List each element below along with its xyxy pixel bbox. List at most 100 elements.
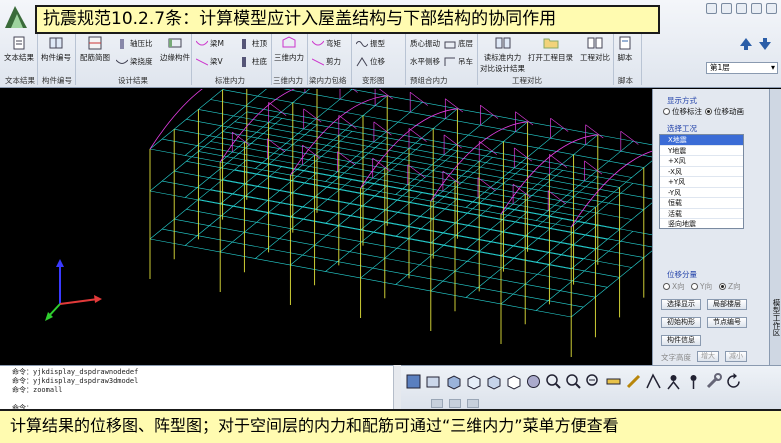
zoom-icon[interactable]	[545, 373, 562, 390]
radio-disp-label[interactable]: 位移标注	[663, 106, 702, 117]
moment-icon	[312, 40, 324, 45]
axial-ratio-button[interactable]: 轴压比	[116, 38, 153, 49]
beam-v-button[interactable]: 梁V	[196, 56, 223, 67]
script-label: 脚本	[617, 53, 633, 62]
radio-dot	[705, 108, 712, 115]
script-icon	[619, 36, 631, 50]
case-item[interactable]: Y地震	[660, 146, 743, 156]
radio-z[interactable]: Z向	[719, 281, 741, 292]
view-cube-icon[interactable]	[405, 373, 422, 390]
side-view-icon[interactable]	[485, 373, 502, 390]
case-list[interactable]: X地震 Y地震 +X风 -X风 +Y风 -Y风 恒载 活载 竖向地震	[659, 134, 744, 230]
case-item[interactable]: +X风	[660, 156, 743, 167]
view-toolbar	[401, 365, 781, 409]
shear-button[interactable]: 剪力	[312, 56, 341, 67]
level-disp-button[interactable]: 水平侧移	[410, 56, 440, 67]
displacement-button[interactable]: 位移	[356, 56, 385, 67]
down-arrow-icon[interactable]	[757, 36, 773, 52]
qat-button[interactable]	[721, 3, 732, 14]
open-project-button[interactable]: 打开工程目录	[528, 36, 573, 63]
angle-icon[interactable]	[645, 373, 662, 390]
wire-member	[268, 102, 287, 116]
nav-arrows	[738, 36, 773, 52]
command-line	[12, 395, 400, 404]
crane-button[interactable]: 吊车	[444, 56, 473, 67]
command-window[interactable]: 命令：yjkdisplay_dspdrawnodedef 命令：yjkdispl…	[0, 365, 400, 412]
radio-y[interactable]: Y向	[691, 281, 712, 292]
3d-force-button[interactable]: 三维内力	[274, 36, 304, 63]
floor-select[interactable]: 第1层	[706, 62, 778, 74]
case-item[interactable]: +Y风	[660, 177, 743, 188]
toolbar-tab[interactable]	[449, 399, 461, 408]
read-standard-force-button[interactable]: 读标准内力 对比设计结果	[480, 36, 525, 74]
toolbar-tab[interactable]	[431, 399, 443, 408]
bending-button[interactable]: 弯矩	[312, 38, 341, 49]
case-item[interactable]: 恒载	[660, 198, 743, 209]
case-item[interactable]: X地震	[660, 135, 743, 146]
node-id-button[interactable]: 节点编号	[707, 317, 747, 328]
model-viewport[interactable]	[0, 89, 652, 365]
local-floor-button[interactable]: 局部楼层	[707, 299, 747, 310]
wire-member	[267, 138, 286, 153]
front-view-icon[interactable]	[465, 373, 482, 390]
text-result-button[interactable]: 文本结果	[4, 36, 34, 63]
case-item[interactable]: 竖向地震	[660, 219, 743, 230]
project-compare-button[interactable]: 工程对比	[580, 36, 610, 63]
crane-label: 吊车	[458, 57, 473, 66]
case-item[interactable]: 活载	[660, 209, 743, 219]
qat-button[interactable]	[706, 3, 717, 14]
member-id-button[interactable]: 构件编号	[41, 36, 71, 63]
qat-button[interactable]	[736, 3, 747, 14]
beam-m-button[interactable]: 梁M	[196, 38, 224, 49]
qat-button[interactable]	[751, 3, 762, 14]
select-display-button[interactable]: 选择显示	[661, 299, 701, 310]
bottom-floor-button[interactable]: 底层	[444, 38, 473, 49]
render-icon[interactable]	[525, 373, 542, 390]
col-bottom-button[interactable]: 柱底	[238, 56, 267, 67]
radio-disp-anim[interactable]: 位移动画	[705, 106, 744, 117]
side-tab[interactable]: 模型工作区	[769, 89, 781, 365]
vibration-button[interactable]: 振型	[356, 38, 385, 49]
person-icon[interactable]	[665, 373, 682, 390]
initial-deform-button[interactable]: 初始构形	[661, 317, 701, 328]
wire-member	[477, 177, 496, 192]
rotate-icon[interactable]	[725, 373, 742, 390]
script-button[interactable]: 脚本	[616, 36, 634, 63]
enlarge-button[interactable]: 增大	[697, 351, 719, 362]
measure-icon[interactable]	[605, 373, 622, 390]
wire-view-icon[interactable]	[425, 373, 442, 390]
qat-button[interactable]	[766, 3, 777, 14]
radio-label: Z向	[728, 282, 741, 291]
col-top-button[interactable]: 柱顶	[238, 38, 267, 49]
rebar-brief-button[interactable]: 配筋简图	[80, 36, 110, 63]
case-item[interactable]: -X风	[660, 167, 743, 177]
bottom-caption: 计算结果的位移图、阵型图；对于空间层的内力和配筋可通过“三维内力”菜单方便查看	[0, 409, 781, 443]
edge-member-button[interactable]: 边缘构件	[160, 36, 190, 63]
zoom-in-icon[interactable]	[565, 373, 582, 390]
iso-view-icon[interactable]	[445, 373, 462, 390]
rebar-brief-label: 配筋简图	[80, 53, 110, 62]
bending-label: 弯矩	[326, 39, 341, 48]
toolbar-tab[interactable]	[467, 399, 479, 408]
pencil-icon[interactable]	[625, 373, 642, 390]
side-tab-label: 模型工作区	[772, 299, 781, 337]
top-view-icon[interactable]	[505, 373, 522, 390]
app-logo-icon[interactable]	[3, 4, 29, 30]
up-arrow-icon[interactable]	[738, 36, 754, 52]
wire-member	[620, 130, 639, 145]
radio-x[interactable]: X向	[663, 281, 685, 292]
beam-v-label: 梁V	[210, 57, 223, 66]
reduce-button[interactable]: 减小	[725, 351, 747, 362]
walk-icon[interactable]	[685, 373, 702, 390]
mass-vibration-button[interactable]: 质心振动	[410, 38, 440, 49]
wire-member	[571, 250, 652, 318]
beam-deflection-button[interactable]: 梁挠度	[116, 56, 153, 67]
zoom-out-icon[interactable]	[585, 373, 602, 390]
project-compare-label: 工程对比	[580, 53, 610, 62]
wire-member	[373, 121, 392, 136]
edge-member-icon	[168, 38, 182, 48]
command-scrollbar[interactable]	[393, 365, 401, 409]
wrench-icon[interactable]	[705, 373, 722, 390]
case-item[interactable]: -Y风	[660, 188, 743, 198]
member-info-button[interactable]: 构件信息	[661, 335, 701, 346]
